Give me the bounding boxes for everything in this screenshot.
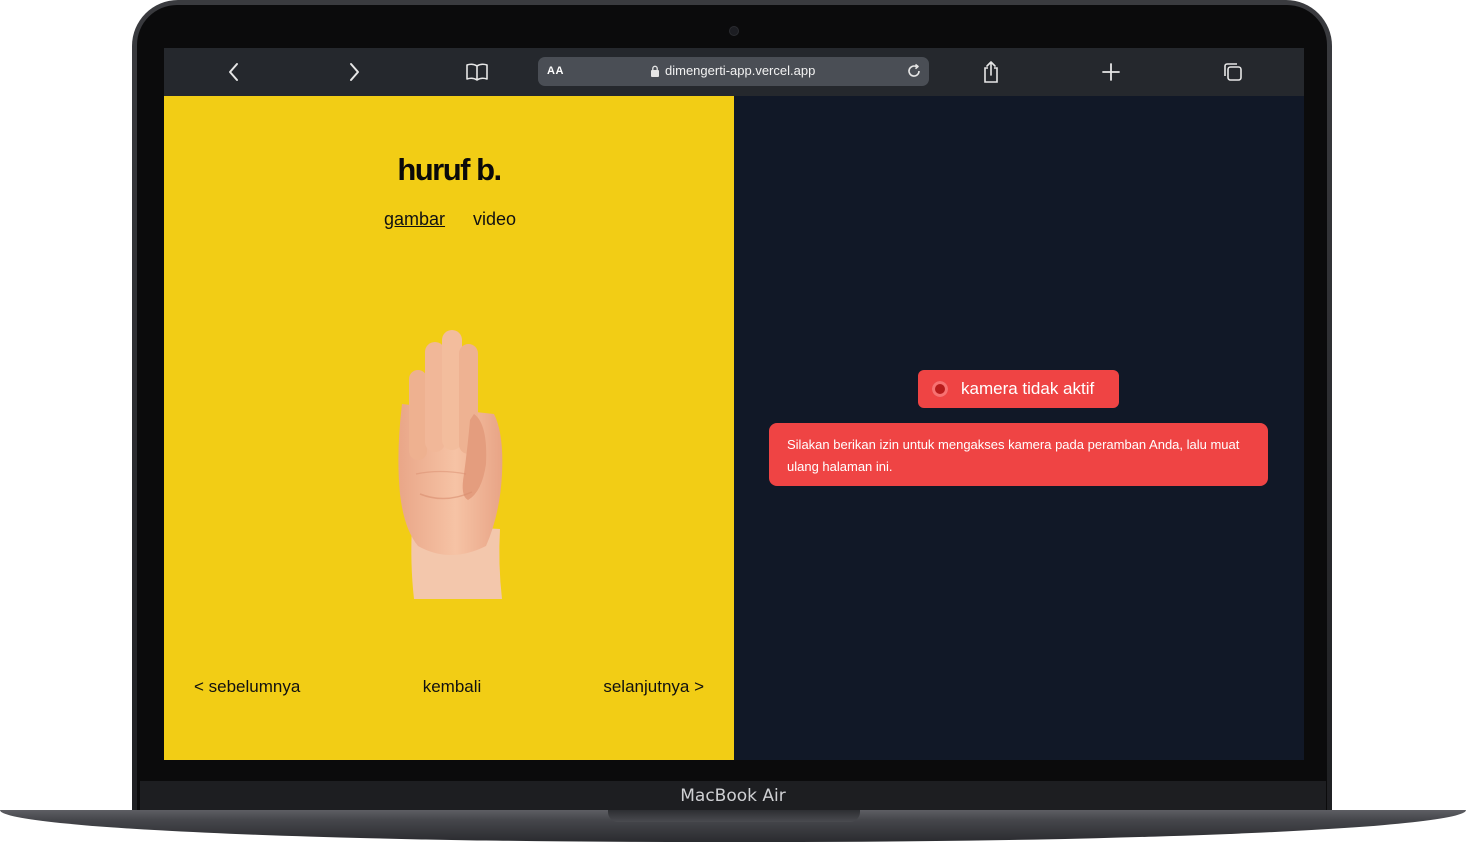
- device-label: MacBook Air: [680, 786, 786, 806]
- tab-video[interactable]: video: [473, 209, 516, 230]
- next-link[interactable]: selanjutnya >: [603, 677, 704, 697]
- webcam-icon: [730, 27, 738, 35]
- chevron-right-icon[interactable]: [340, 58, 368, 86]
- text-size-button[interactable]: AA: [547, 65, 564, 77]
- record-dot-icon: [932, 381, 948, 397]
- chevron-left-icon[interactable]: [220, 58, 248, 86]
- browser-toolbar: AA dimengerti-app.vercel.app: [164, 48, 1304, 96]
- camera-permission-alert: Silakan berikan izin untuk mengakses kam…: [769, 423, 1268, 486]
- tabs-icon[interactable]: [1219, 58, 1247, 86]
- letter-panel: huruf b. gambar video < sebelumnya kemba…: [164, 96, 734, 760]
- reload-icon[interactable]: [905, 62, 923, 80]
- url-text: dimengerti-app.vercel.app: [665, 63, 816, 78]
- camera-status-badge: kamera tidak aktif: [918, 370, 1119, 408]
- address-bar[interactable]: AA dimengerti-app.vercel.app: [538, 57, 929, 86]
- camera-status-label: kamera tidak aktif: [961, 379, 1095, 398]
- lock-icon: [651, 65, 659, 77]
- browser-screen: AA dimengerti-app.vercel.app huruf b. ga…: [164, 48, 1304, 760]
- camera-panel: kamera tidak aktif Silakan berikan izin …: [734, 96, 1304, 760]
- plus-icon[interactable]: [1097, 58, 1125, 86]
- share-icon[interactable]: [977, 58, 1005, 86]
- hand-sign-image: [390, 324, 510, 599]
- page-title: huruf b.: [397, 152, 502, 187]
- book-icon[interactable]: [463, 58, 491, 86]
- tab-gambar[interactable]: gambar: [384, 209, 445, 230]
- url-display: dimengerti-app.vercel.app: [650, 63, 815, 78]
- laptop-notch: [608, 810, 860, 822]
